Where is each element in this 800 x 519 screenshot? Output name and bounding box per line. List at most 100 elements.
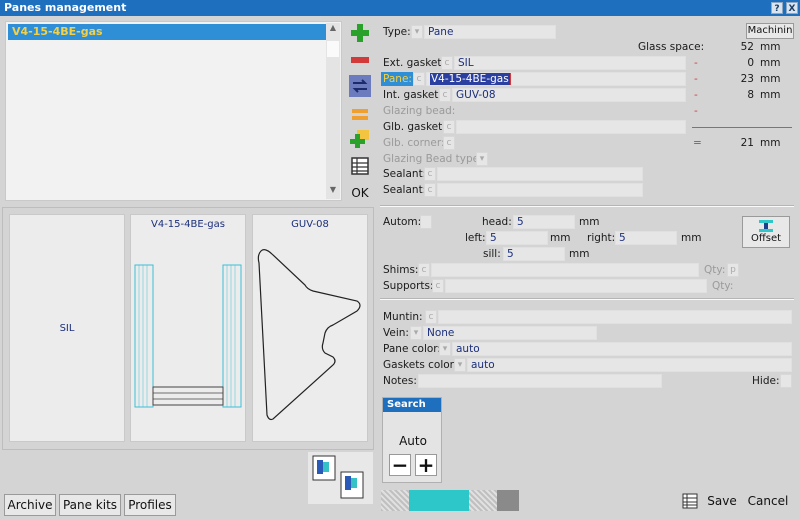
- glass-space-label: Glass space:: [638, 41, 705, 53]
- pane-color-swatch[interactable]: [409, 490, 469, 511]
- sill-field[interactable]: 5: [503, 247, 565, 261]
- gasket-profile-drawing: [257, 249, 361, 421]
- right-field[interactable]: 5: [615, 231, 677, 245]
- glazing-bead-type-dropdown-icon[interactable]: ▾: [476, 152, 488, 166]
- preview-ext-gasket: SIL: [9, 214, 125, 442]
- swap-button[interactable]: [349, 75, 371, 97]
- autom-label: Autom:: [383, 216, 422, 228]
- sill-label: sill:: [483, 248, 501, 260]
- supports-field[interactable]: [445, 279, 707, 293]
- scroll-thumb[interactable]: [327, 41, 339, 57]
- close-button[interactable]: X: [786, 2, 798, 14]
- sealant1-lookup-icon[interactable]: c: [424, 167, 436, 181]
- notes-field[interactable]: [418, 374, 662, 388]
- table-button[interactable]: [349, 155, 371, 177]
- shims-lookup-icon[interactable]: c: [418, 263, 430, 277]
- remove-pane-button[interactable]: [349, 49, 371, 71]
- gaskets-color-field[interactable]: auto: [467, 358, 792, 372]
- scroll-up-icon[interactable]: ▲: [326, 23, 340, 37]
- hide-label: Hide:: [752, 375, 780, 387]
- hide-checkbox[interactable]: [780, 374, 792, 388]
- glass-space-unit: mm: [760, 41, 781, 53]
- preview-pane: V4-15-4BE-gas: [130, 214, 246, 442]
- int-gasket-lookup-icon[interactable]: c: [439, 88, 451, 102]
- int-gasket-label: Int. gasket:: [383, 89, 442, 101]
- ext-gasket-lookup-icon[interactable]: c: [441, 56, 453, 70]
- vein-field[interactable]: None: [423, 326, 597, 340]
- scroll-down-icon[interactable]: ▼: [326, 185, 340, 199]
- type-dropdown-icon[interactable]: ▾: [411, 25, 423, 39]
- pane-field[interactable]: V4-15-4BE-gas: [426, 72, 686, 86]
- save-button[interactable]: Save: [703, 491, 741, 513]
- search-panel: Search Auto − +: [382, 397, 442, 483]
- machining-button[interactable]: Machinin: [746, 23, 794, 39]
- add-copy-icon: [350, 130, 369, 148]
- cross-section-icon: [312, 455, 364, 499]
- muntin-field[interactable]: [438, 310, 792, 324]
- decrement-button[interactable]: −: [389, 454, 411, 476]
- muntin-lookup-icon[interactable]: c: [425, 310, 437, 324]
- hatch-swatch-2: [469, 490, 497, 511]
- sealant2-field[interactable]: [437, 183, 643, 197]
- glazing-bead-type-label: Glazing Bead type:: [383, 153, 483, 165]
- list-item[interactable]: V4-15-4BE-gas: [8, 24, 326, 40]
- ext-gasket-field[interactable]: SIL: [454, 56, 686, 70]
- vein-label: Vein:: [383, 327, 409, 339]
- glass-space-value: 52: [740, 41, 754, 53]
- head-field[interactable]: 5: [513, 215, 575, 229]
- vein-dropdown-icon[interactable]: ▾: [410, 326, 422, 340]
- section-divider-1: [380, 205, 794, 207]
- pane-kits-tab[interactable]: Pane kits: [59, 494, 121, 516]
- swap-icon: [352, 79, 368, 93]
- gaskets-color-dropdown-icon[interactable]: ▾: [454, 358, 466, 372]
- list-item-label: V4-15-4BE-gas: [12, 25, 103, 38]
- right-unit: mm: [681, 232, 702, 244]
- gaskets-color-label: Gaskets color:: [383, 359, 458, 371]
- shims-qty-field[interactable]: p: [727, 263, 739, 277]
- increment-button[interactable]: +: [415, 454, 437, 476]
- add-copy-button[interactable]: [349, 128, 371, 150]
- shims-field[interactable]: [431, 263, 699, 277]
- int-gasket-field[interactable]: GUV-08: [452, 88, 686, 102]
- ext-gasket-label: Ext. gasket:: [383, 57, 446, 69]
- cancel-button[interactable]: Cancel: [744, 491, 792, 513]
- glb-gasket-lookup-icon[interactable]: c: [443, 120, 455, 134]
- profiles-tab[interactable]: Profiles: [124, 494, 176, 516]
- plus-icon: +: [417, 453, 435, 477]
- glb-corner-unit: mm: [760, 137, 781, 149]
- window-title: Panes management: [4, 1, 127, 14]
- preview-left-label: SIL: [59, 323, 75, 334]
- glb-corner-lookup-icon[interactable]: c: [443, 136, 455, 150]
- hatch-swatch: [381, 490, 409, 511]
- title-bar: Panes management ? X: [0, 0, 800, 16]
- cross-section-button[interactable]: [308, 452, 373, 504]
- pane-color-dropdown-icon[interactable]: ▾: [439, 342, 451, 356]
- list-scrollbar[interactable]: ▲ ▼: [326, 23, 340, 199]
- add-icon: [351, 24, 369, 42]
- archive-tab[interactable]: Archive: [4, 494, 56, 516]
- offset-button[interactable]: Offset: [742, 216, 790, 248]
- pane-color-field[interactable]: auto: [452, 342, 792, 356]
- autom-checkbox[interactable]: [420, 215, 432, 229]
- supports-lookup-icon[interactable]: c: [432, 279, 444, 293]
- ext-gasket-minus: -: [694, 57, 698, 69]
- help-button[interactable]: ?: [771, 2, 783, 14]
- ok-button[interactable]: OK: [348, 183, 372, 203]
- auto-button[interactable]: Auto: [395, 433, 431, 449]
- pane-lookup-icon[interactable]: c: [413, 72, 425, 86]
- minus-icon: −: [391, 453, 409, 477]
- sealant2-lookup-icon[interactable]: c: [424, 183, 436, 197]
- pane-list[interactable]: V4-15-4BE-gas ▲ ▼: [5, 21, 342, 201]
- gasket-color-swatch[interactable]: [497, 490, 519, 511]
- glb-corner-equals: =: [693, 137, 702, 149]
- left-unit: mm: [550, 232, 571, 244]
- type-field[interactable]: Pane: [424, 25, 556, 39]
- total-divider: [692, 127, 792, 128]
- add-pane-button[interactable]: [349, 22, 371, 44]
- equal-button[interactable]: [349, 103, 371, 125]
- left-field[interactable]: 5: [486, 231, 548, 245]
- glb-gasket-field[interactable]: [456, 120, 686, 134]
- glb-gasket-label: Glb. gasket:: [383, 121, 446, 133]
- sealant1-field[interactable]: [437, 167, 643, 181]
- report-button[interactable]: [681, 492, 699, 510]
